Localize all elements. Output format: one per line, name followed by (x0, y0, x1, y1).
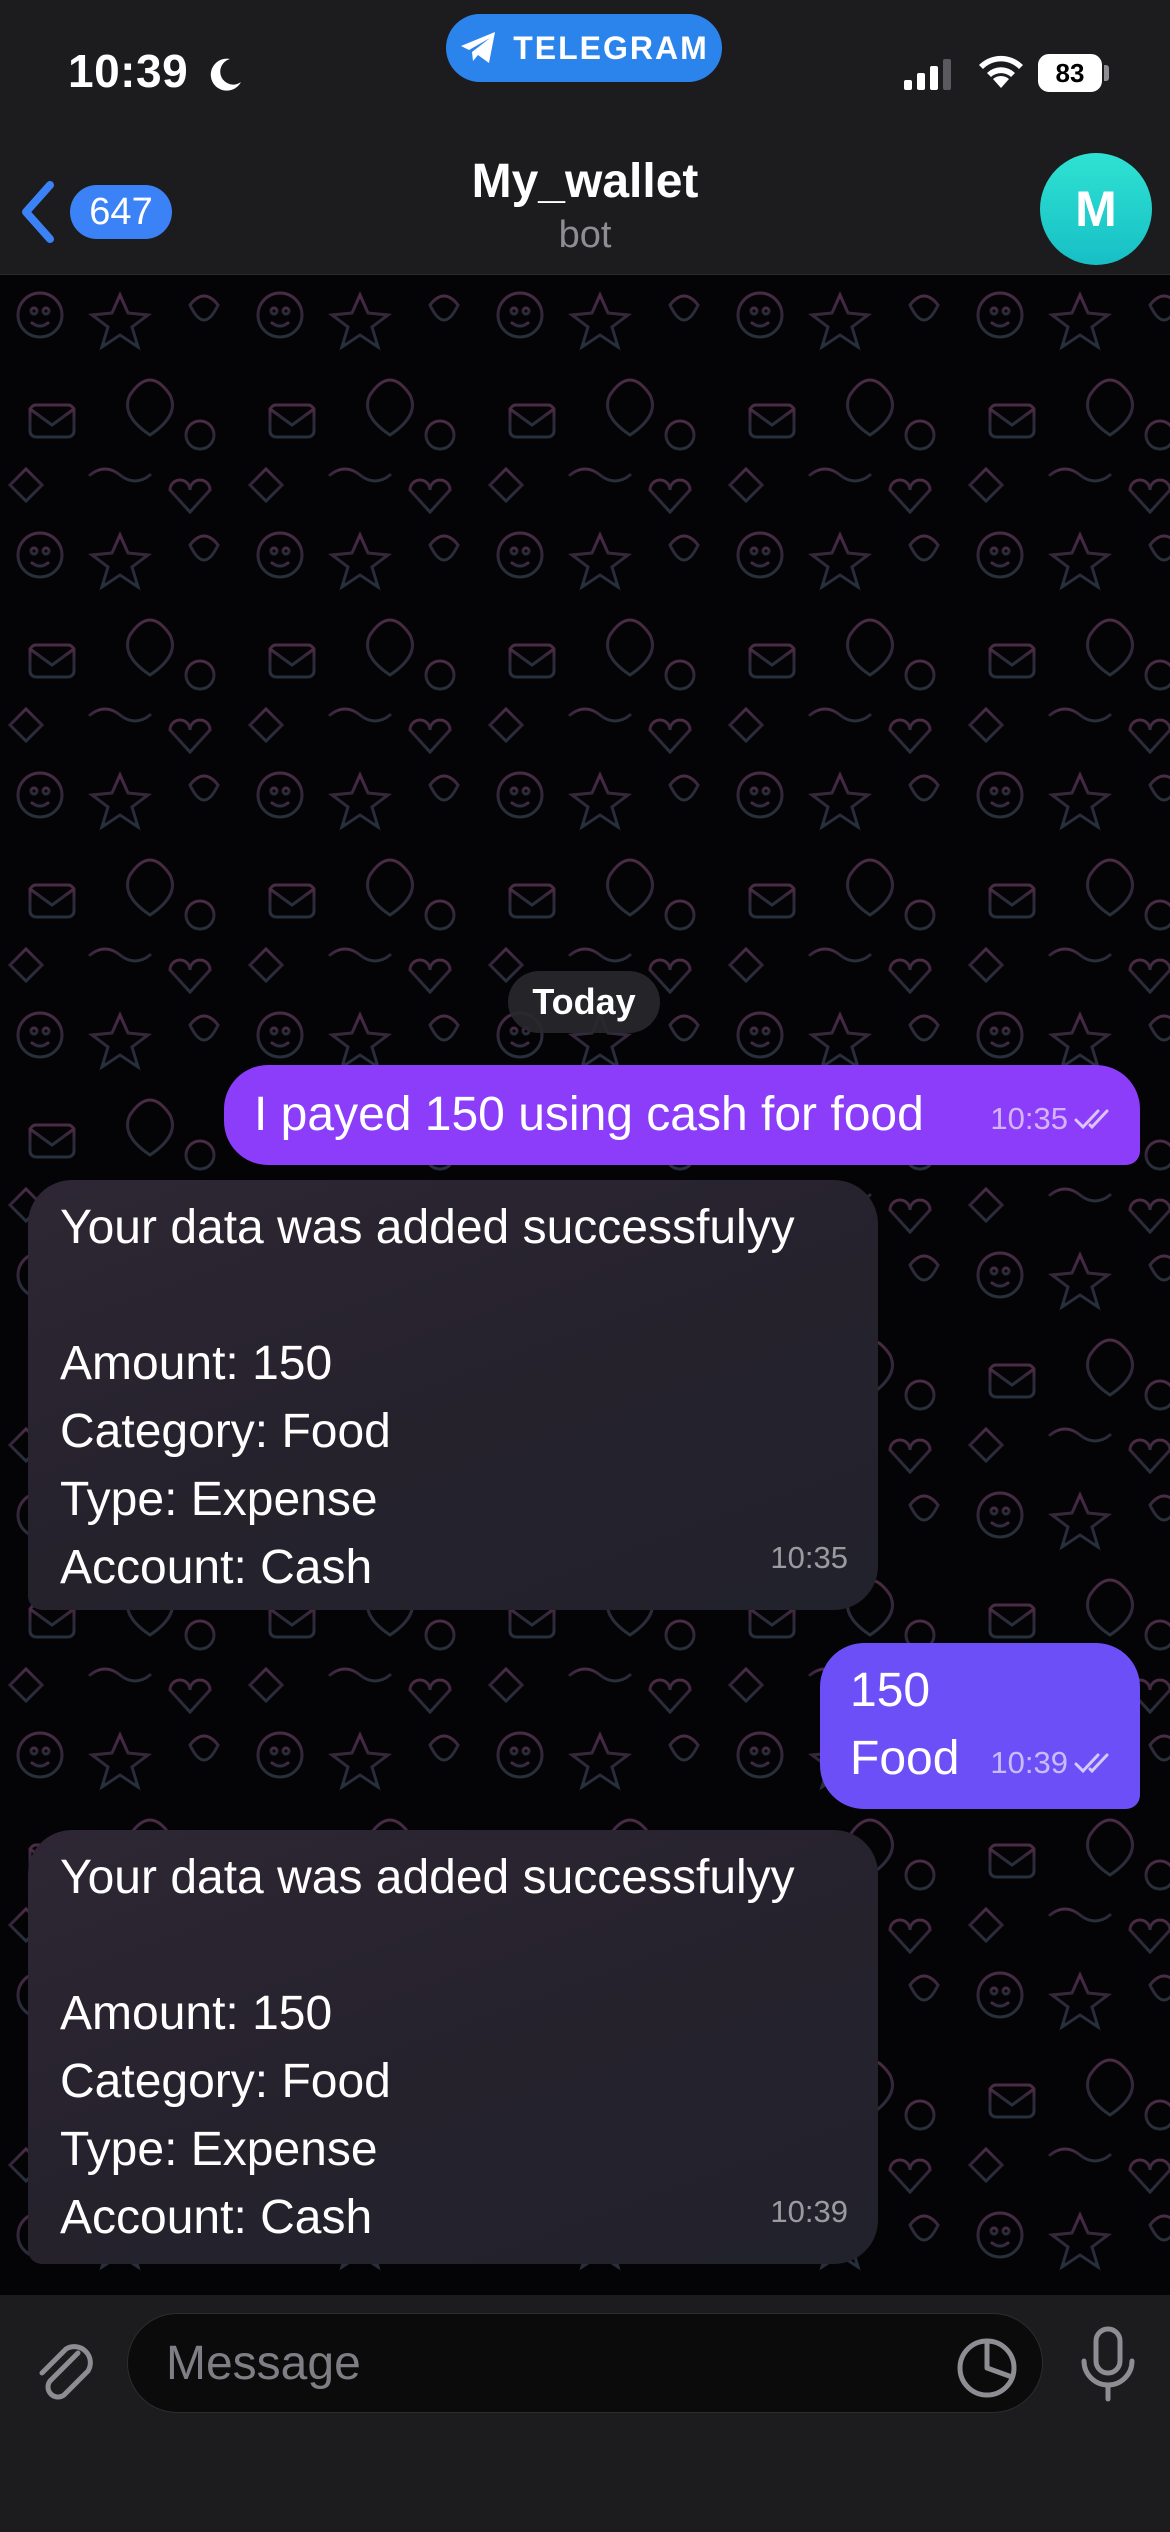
message-line: Amount: 150 (60, 1987, 333, 2040)
outgoing-message[interactable]: I payed 150 using cash for food 10:35 (224, 1065, 1140, 1165)
message-line: Your data was added successfulyy (60, 1201, 795, 1254)
message-time: 10:39 (990, 1745, 1068, 1780)
incoming-message[interactable]: Your data was added successfulyy Amount:… (28, 1830, 878, 2264)
sticker-icon[interactable] (954, 2335, 1020, 2401)
microphone-icon[interactable] (1078, 2325, 1138, 2405)
outgoing-message[interactable]: 150 Food 10:39 (820, 1643, 1140, 1809)
avatar[interactable]: M (1040, 153, 1152, 265)
cellular-signal-icon (904, 59, 951, 90)
chat-area[interactable]: Today I payed 150 using cash for food 10… (0, 275, 1170, 2295)
message-line: Account: Cash (60, 1541, 373, 1594)
message-line: Amount: 150 (60, 1337, 333, 1390)
message-input[interactable] (127, 2313, 1043, 2413)
battery-indicator: 83 (1038, 54, 1102, 92)
message-time: 10:35 (990, 1101, 1068, 1136)
paperclip-icon[interactable] (26, 2331, 106, 2411)
incoming-message[interactable]: Your data was added successfulyy Amount:… (28, 1180, 878, 1610)
message-line: Category: Food (60, 2055, 391, 2108)
message-time: 10:35 (770, 1540, 848, 1575)
message-meta: 10:35 (990, 1085, 1118, 1153)
wifi-icon (979, 55, 1023, 88)
moon-icon (210, 58, 241, 91)
message-text: I payed 150 using cash for food (254, 1088, 924, 1141)
double-check-icon (1074, 1109, 1109, 1130)
message-line (60, 1912, 846, 1980)
message-line: 150 (850, 1664, 931, 1717)
chat-subtitle: bot (558, 214, 612, 256)
battery-tip (1104, 65, 1109, 81)
telegram-pill[interactable]: TELEGRAM (446, 14, 722, 82)
message-input-bar (0, 2295, 1170, 2532)
telegram-plane-icon (461, 32, 496, 63)
telegram-chat-screen: 10:39 TELEGRAM 83 647 My_wallet bot M To… (0, 0, 1170, 2532)
telegram-pill-label: TELEGRAM (513, 29, 709, 66)
message-time: 10:39 (770, 2194, 848, 2229)
message-line: Type: Expense (60, 1473, 378, 1526)
chat-title[interactable]: My_wallet (0, 154, 1170, 209)
message-line: Your data was added successfulyy (60, 1851, 795, 1904)
status-time: 10:39 (68, 45, 189, 97)
message-meta: 10:39 (770, 2178, 848, 2246)
message-line: Account: Cash (60, 2191, 373, 2244)
double-check-icon (1074, 1753, 1109, 1774)
status-bar: 10:39 TELEGRAM 83 (0, 0, 1170, 150)
date-separator: Today (508, 971, 660, 1033)
message-line: Category: Food (60, 1405, 391, 1458)
message-line: Type: Expense (60, 2123, 378, 2176)
message-meta: 10:35 (770, 1524, 848, 1592)
message-line (60, 1262, 846, 1330)
chat-header: 647 My_wallet bot M (0, 150, 1170, 275)
message-meta: 10:39 (990, 1729, 1118, 1797)
message-line: Food (850, 1732, 960, 1785)
